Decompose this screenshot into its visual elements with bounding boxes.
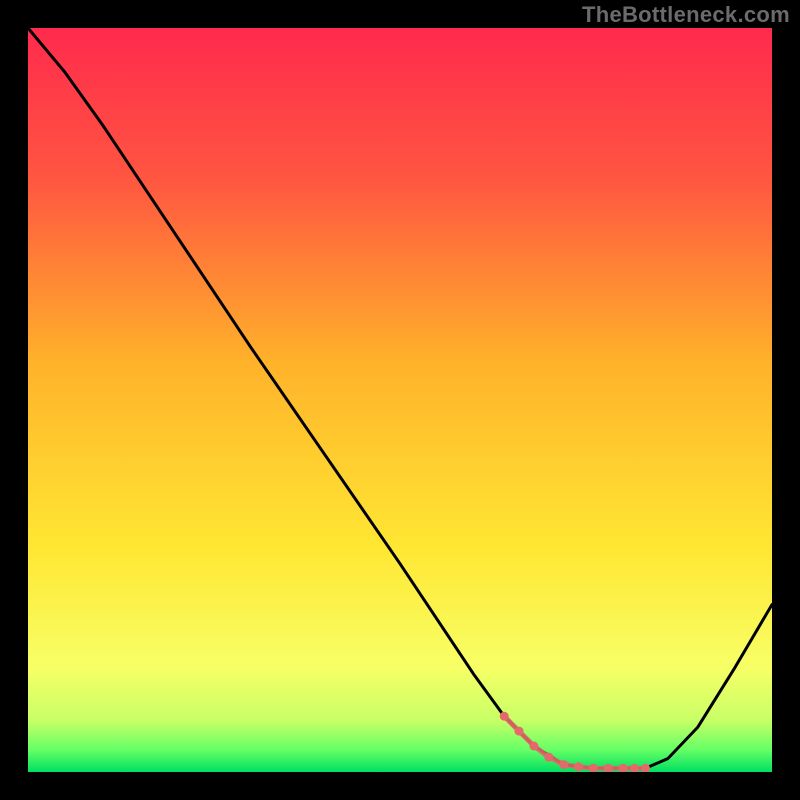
bottleneck-chart	[28, 28, 772, 772]
plot-area	[28, 28, 772, 772]
valley-dot	[529, 742, 538, 751]
watermark-text: TheBottleneck.com	[582, 2, 790, 28]
valley-dot	[559, 760, 568, 769]
gradient-background	[28, 28, 772, 772]
valley-dot	[500, 712, 509, 721]
valley-dot	[515, 727, 524, 736]
chart-frame: TheBottleneck.com	[0, 0, 800, 800]
valley-dot	[544, 753, 553, 762]
valley-dot	[574, 762, 583, 771]
